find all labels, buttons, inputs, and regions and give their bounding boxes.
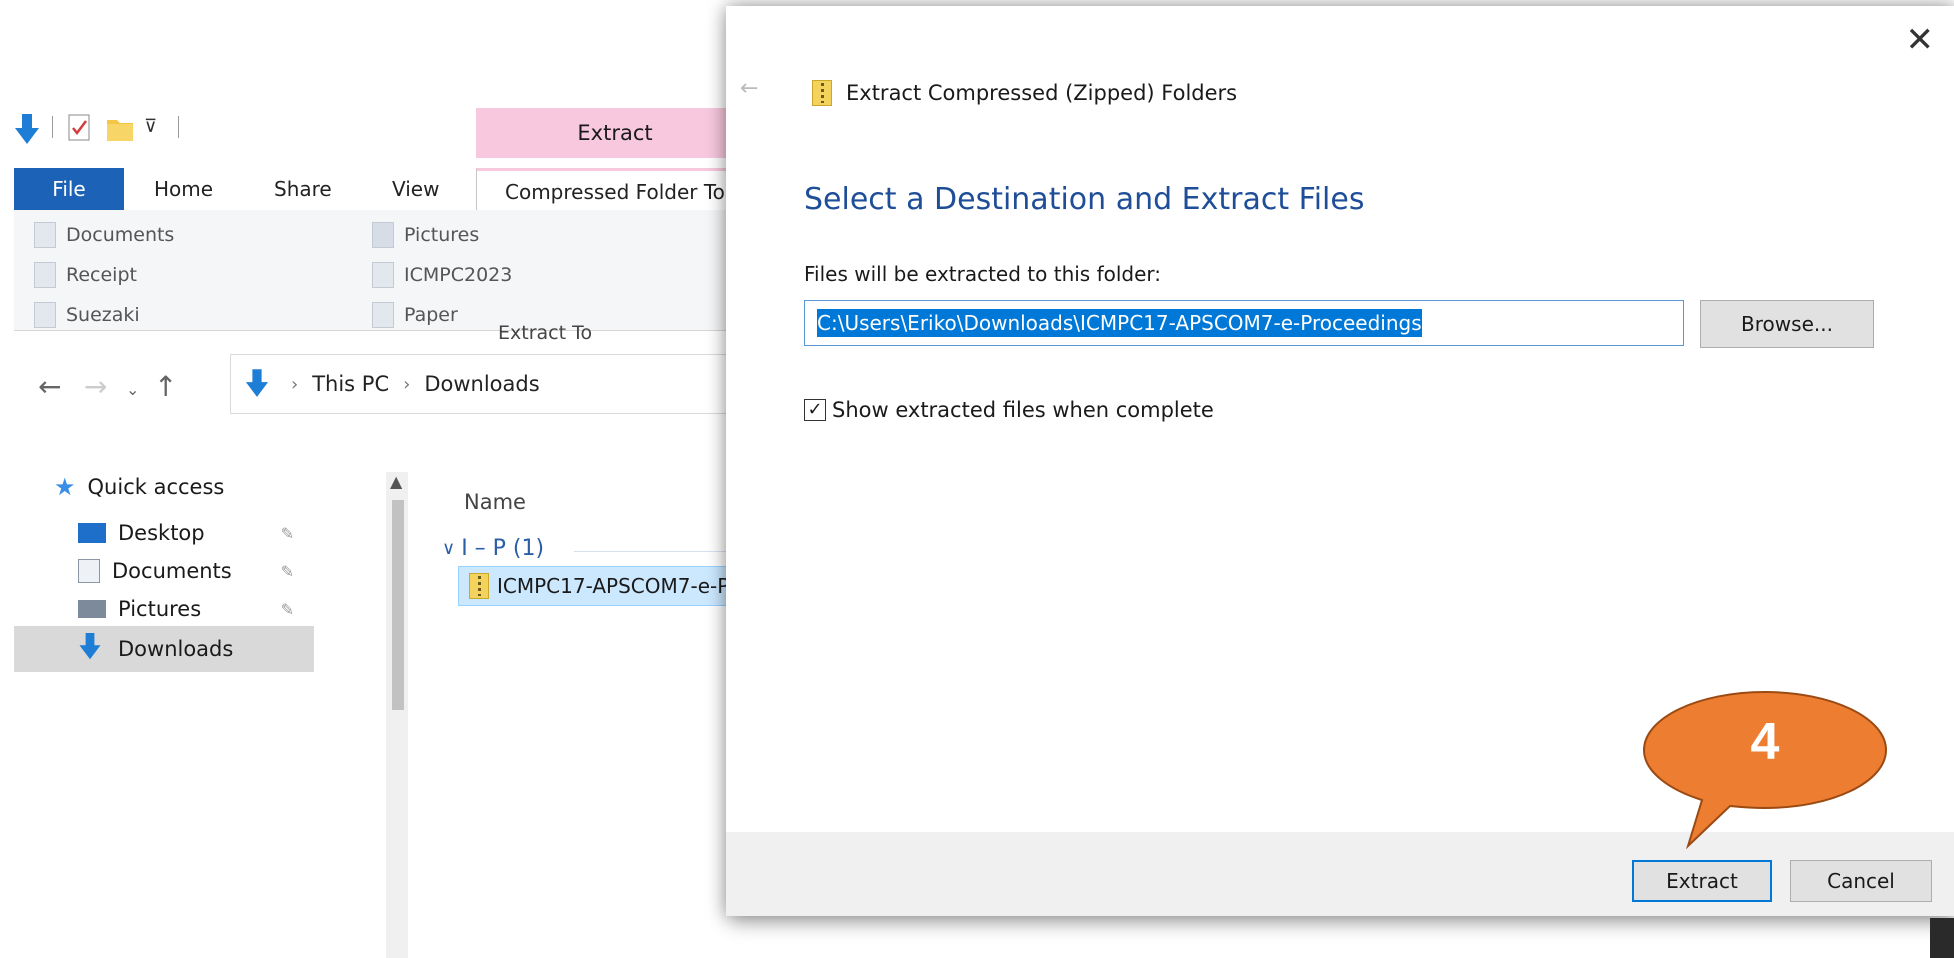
show-files-label: Show extracted files when complete xyxy=(832,398,1214,422)
file-group-header[interactable]: ∨ I – P (1) xyxy=(442,536,544,561)
desktop-icon xyxy=(78,523,106,543)
pin-icon[interactable]: ✎ xyxy=(281,524,294,543)
breadcrumb-separator: › xyxy=(291,373,299,395)
tab-home[interactable]: Home xyxy=(154,168,213,210)
extract-to-receipt[interactable]: Receipt xyxy=(34,262,137,288)
tab-view[interactable]: View xyxy=(392,168,439,210)
downloads-arrow-icon xyxy=(245,369,269,399)
nav-item-quick-access[interactable]: ★ Quick access xyxy=(14,464,314,510)
extract-to-documents[interactable]: Documents xyxy=(34,222,174,248)
ribbon-extract-to-group: Documents Receipt Suezaki Pictures ICMPC… xyxy=(14,210,754,331)
pin-icon[interactable]: ✎ xyxy=(281,562,294,581)
extract-context-tab-header: Extract xyxy=(476,108,754,158)
star-icon: ★ xyxy=(54,473,76,501)
zip-folder-icon xyxy=(812,80,832,106)
back-arrow-icon[interactable]: ← xyxy=(38,370,61,403)
dialog-heading: Select a Destination and Extract Files xyxy=(804,182,1365,217)
extract-to-suezaki[interactable]: Suezaki xyxy=(34,302,140,328)
nav-item-label: Pictures xyxy=(118,597,202,621)
quick-access-toolbar: ⊽ Extract xyxy=(14,86,754,176)
forward-arrow-icon[interactable]: → xyxy=(84,370,107,403)
ribbon-tab-bar: File Home Share View Compressed Folder T… xyxy=(14,168,754,211)
navigation-pane: ★ Quick access Desktop ✎ Documents ✎ Pic… xyxy=(14,472,314,958)
folder-icon xyxy=(34,262,56,288)
step-number: 4 xyxy=(1750,713,1780,771)
tab-compressed-folder-tools[interactable]: Compressed Folder Tools xyxy=(476,168,754,210)
properties-icon[interactable] xyxy=(68,114,92,146)
scroll-up-icon[interactable]: ▲ xyxy=(390,472,402,491)
folder-icon xyxy=(34,302,56,328)
ribbon-group-label: Extract To xyxy=(498,322,593,344)
nav-item-downloads[interactable]: Downloads xyxy=(14,626,314,672)
zip-folder-icon xyxy=(469,573,489,599)
extract-to-icmpc2023-label: ICMPC2023 xyxy=(404,264,513,286)
close-icon[interactable]: ✕ xyxy=(1906,20,1935,60)
extract-to-icmpc2023[interactable]: ICMPC2023 xyxy=(372,262,512,288)
dialog-title: Extract Compressed (Zipped) Folders xyxy=(812,80,1237,106)
breadcrumb-separator: › xyxy=(403,373,411,395)
file-explorer-window: ⊽ Extract File Home Share View Compresse… xyxy=(14,86,778,958)
scroll-thumb[interactable] xyxy=(392,500,404,710)
download-arrow-icon[interactable] xyxy=(14,114,40,150)
group-label: I – P (1) xyxy=(461,536,545,561)
show-files-checkbox[interactable]: ✓ xyxy=(804,399,826,421)
chevron-down-icon: ∨ xyxy=(442,538,456,559)
pictures-icon xyxy=(372,222,394,248)
nav-item-label: Documents xyxy=(112,559,232,583)
nav-item-label: Downloads xyxy=(118,637,234,661)
downloads-arrow-icon xyxy=(78,632,106,666)
show-files-checkbox-row[interactable]: ✓ Show extracted files when complete xyxy=(804,398,1214,422)
navigation-scrollbar[interactable]: ▲ xyxy=(386,472,408,958)
extract-button[interactable]: Extract xyxy=(1632,860,1772,902)
document-icon xyxy=(78,559,100,583)
dialog-title-text: Extract Compressed (Zipped) Folders xyxy=(846,81,1238,105)
extract-to-suezaki-label: Suezaki xyxy=(66,304,140,326)
folder-icon xyxy=(372,302,394,328)
breadcrumb-this-pc[interactable]: This PC xyxy=(312,372,389,396)
extract-to-receipt-label: Receipt xyxy=(66,264,137,286)
extract-to-paper-label: Paper xyxy=(404,304,458,326)
extract-to-pictures[interactable]: Pictures xyxy=(372,222,479,248)
back-arrow-icon[interactable]: ← xyxy=(740,76,758,101)
cancel-button[interactable]: Cancel xyxy=(1790,860,1932,902)
pin-icon[interactable]: ✎ xyxy=(281,600,294,619)
step-callout: 4 xyxy=(1640,690,1890,860)
breadcrumb-downloads[interactable]: Downloads xyxy=(424,372,539,396)
address-bar[interactable]: › This PC › Downloads xyxy=(230,354,770,414)
address-row: ← → ⌄ ↑ › This PC › Downloads xyxy=(14,344,770,434)
up-arrow-icon[interactable]: ↑ xyxy=(154,370,177,403)
nav-item-label: Quick access xyxy=(87,475,225,499)
pictures-icon xyxy=(78,600,106,618)
extract-to-documents-label: Documents xyxy=(66,224,175,246)
qat-divider xyxy=(52,116,53,138)
browse-button[interactable]: Browse... xyxy=(1700,300,1874,348)
destination-label: Files will be extracted to this folder: xyxy=(804,262,1162,286)
document-icon xyxy=(34,222,56,248)
nav-item-label: Desktop xyxy=(118,521,205,545)
destination-path-value: C:\Users\Eriko\Downloads\ICMPC17-APSCOM7… xyxy=(817,309,1422,337)
qat-divider-2 xyxy=(178,116,179,138)
recent-locations-chevron-icon[interactable]: ⌄ xyxy=(126,380,139,399)
new-folder-icon[interactable] xyxy=(106,114,134,146)
folder-icon xyxy=(372,262,394,288)
column-header-name[interactable]: Name xyxy=(464,490,526,514)
customize-qat-icon[interactable]: ⊽ xyxy=(144,116,157,137)
tab-file[interactable]: File xyxy=(14,168,124,210)
destination-path-input[interactable]: C:\Users\Eriko\Downloads\ICMPC17-APSCOM7… xyxy=(804,300,1684,346)
extract-to-paper[interactable]: Paper xyxy=(372,302,458,328)
background-window-edge xyxy=(1930,918,1954,958)
tab-share[interactable]: Share xyxy=(274,168,332,210)
extract-to-pictures-label: Pictures xyxy=(404,224,480,246)
